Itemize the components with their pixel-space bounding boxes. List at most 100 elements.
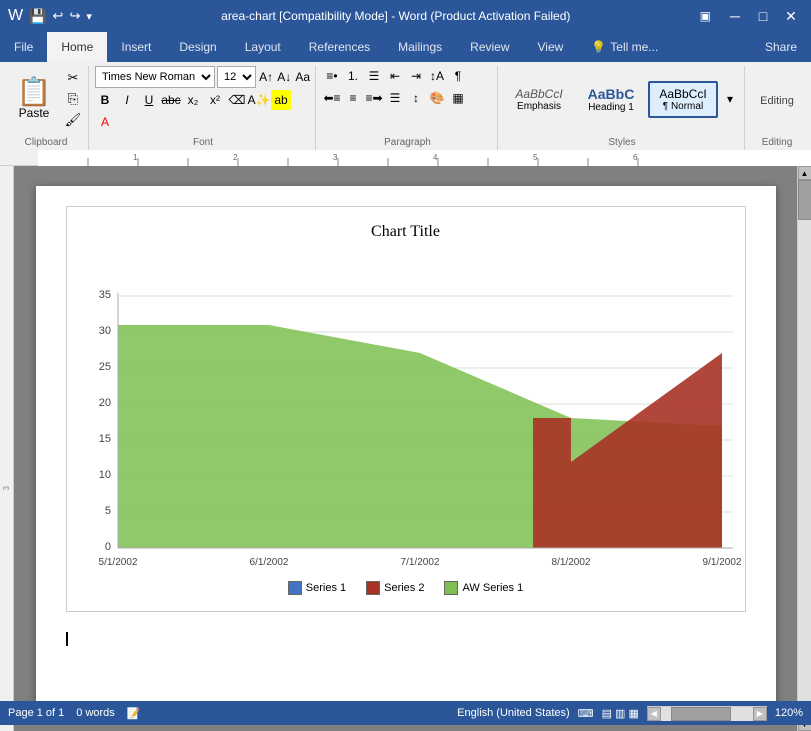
h-scroll-track[interactable] (661, 707, 753, 721)
change-case-button[interactable]: Aa (294, 67, 311, 87)
tab-design[interactable]: Design (165, 32, 230, 62)
styles-section: AaBbCcI Emphasis AaBbC Heading 1 AaBbCcI… (500, 66, 745, 150)
legend-series1-label: Series 1 (306, 582, 346, 594)
scroll-thumb[interactable] (798, 180, 811, 220)
sort-button[interactable]: ↕A (427, 66, 447, 86)
align-right-button[interactable]: ≡➡ (364, 88, 384, 108)
word-icon: W (8, 7, 23, 25)
paste-label: Paste (19, 106, 50, 120)
format-painter-button[interactable]: 🖌 (62, 110, 84, 130)
decrease-indent-button[interactable]: ⇤ (385, 66, 405, 86)
align-left-button[interactable]: ⬅≡ (322, 88, 342, 108)
tab-review[interactable]: Review (456, 32, 523, 62)
line-spacing-button[interactable]: ↕ (406, 88, 426, 108)
tab-file[interactable]: File (0, 32, 47, 62)
font-size-select[interactable]: 12 (217, 66, 256, 88)
strikethrough-button[interactable]: abc (161, 90, 181, 110)
scroll-up-button[interactable]: ▲ (798, 166, 811, 180)
minimize-button[interactable]: ─ (723, 4, 747, 28)
numbered-list-button[interactable]: 1. (343, 66, 363, 86)
chart-svg: 0 5 10 15 20 25 30 35 (83, 253, 743, 573)
text-effect-button[interactable]: A✨ (249, 90, 269, 110)
svg-text:2: 2 (233, 153, 238, 162)
legend-aw-series1: AW Series 1 (444, 581, 523, 595)
styles-more-button[interactable]: ▾ (720, 89, 740, 109)
scroll-right-button[interactable]: ▶ (753, 707, 767, 721)
font-color-button[interactable]: A (95, 112, 115, 132)
chart-title: Chart Title (83, 223, 729, 241)
svg-text:1: 1 (133, 153, 138, 162)
clear-format-button[interactable]: ⌫ (227, 90, 247, 110)
document-title: area-chart [Compatibility Mode] - Word (… (92, 9, 700, 23)
cut-button[interactable]: ✂ (62, 68, 84, 88)
svg-text:15: 15 (98, 433, 110, 445)
bold-button[interactable]: B (95, 90, 115, 110)
window-icon: ▣ (700, 9, 711, 23)
tab-home[interactable]: Home (47, 32, 107, 62)
chart-area: 0 5 10 15 20 25 30 35 (83, 253, 729, 573)
share-button[interactable]: Share (751, 32, 811, 62)
subscript-button[interactable]: x₂ (183, 90, 203, 110)
style-heading1[interactable]: AaBbC Heading 1 (576, 81, 646, 118)
tab-references[interactable]: References (295, 32, 384, 62)
tab-tell-me[interactable]: 💡 Tell me... (577, 32, 672, 62)
editing-section: Editing Editing (747, 66, 807, 150)
font-label: Font (91, 137, 315, 148)
border-button[interactable]: ▦ (448, 88, 468, 108)
horizontal-scrollbar[interactable]: ◀ ▶ (647, 706, 767, 720)
bullet-list-button[interactable]: ≡• (322, 66, 342, 86)
underline-button[interactable]: U (139, 90, 159, 110)
svg-text:5: 5 (104, 505, 110, 517)
legend-aw-series1-label: AW Series 1 (462, 582, 523, 594)
tab-insert[interactable]: Insert (107, 32, 165, 62)
style-emphasis[interactable]: AaBbCcI Emphasis (504, 82, 574, 117)
legend-series2-box (366, 581, 380, 595)
superscript-button[interactable]: x² (205, 90, 225, 110)
font-shrink-button[interactable]: A↓ (276, 67, 292, 87)
styles-label: Styles (500, 137, 744, 148)
doc-scroll-area[interactable]: Chart Title 0 5 10 15 20 25 30 35 (14, 166, 797, 731)
ribbon-tabs: File Home Insert Design Layout Reference… (0, 32, 811, 62)
editing-state-label: Editing (760, 91, 794, 107)
page-info: Page 1 of 1 (8, 707, 64, 719)
styles-gallery: AaBbCcI Emphasis AaBbC Heading 1 AaBbCcI… (504, 66, 740, 132)
para-row1: ≡• 1. ☰ ⇤ ⇥ ↕A ¶ (322, 66, 493, 86)
justify-button[interactable]: ☰ (385, 88, 405, 108)
scroll-left-button[interactable]: ◀ (647, 707, 661, 721)
font-grow-button[interactable]: A↑ (258, 67, 274, 87)
svg-text:8/1/2002: 8/1/2002 (551, 557, 590, 568)
align-center-button[interactable]: ≡ (343, 88, 363, 108)
copy-button[interactable]: ⎘ (62, 89, 84, 109)
svg-text:20: 20 (98, 397, 110, 409)
vertical-scrollbar[interactable]: ▲ ▼ (797, 166, 811, 731)
chart-legend: Series 1 Series 2 AW Series 1 (83, 581, 729, 595)
paste-button[interactable]: 📋 Paste (8, 66, 60, 132)
font-family-select[interactable]: Times New Roman (95, 66, 215, 88)
redo-icon[interactable]: ↪ (69, 8, 80, 24)
show-formatting-button[interactable]: ¶ (448, 66, 468, 86)
shading-button[interactable]: 🎨 (427, 88, 447, 108)
keyboard-icon: ⌨ (578, 707, 594, 720)
svg-text:10: 10 (98, 469, 110, 481)
italic-button[interactable]: I (117, 90, 137, 110)
font-row2: B I U abc x₂ x² ⌫ A✨ ab A (95, 90, 311, 132)
maximize-button[interactable]: □ (751, 4, 775, 28)
tab-view[interactable]: View (524, 32, 578, 62)
status-bar: Page 1 of 1 0 words 📝 English (United St… (0, 701, 811, 725)
close-button[interactable]: ✕ (779, 4, 803, 28)
main-area: 3 Chart Title 0 5 10 15 20 25 30 (0, 166, 811, 731)
h-scroll-thumb[interactable] (671, 707, 731, 721)
multilevel-list-button[interactable]: ☰ (364, 66, 384, 86)
tab-layout[interactable]: Layout (231, 32, 295, 62)
legend-aw-series1-box (444, 581, 458, 595)
text-cursor (66, 632, 68, 646)
document-page: Chart Title 0 5 10 15 20 25 30 35 (36, 186, 776, 711)
tab-mailings[interactable]: Mailings (384, 32, 456, 62)
svg-text:4: 4 (433, 153, 438, 162)
style-normal[interactable]: AaBbCcI ¶ Normal (648, 81, 718, 118)
undo-icon[interactable]: ↩ (53, 8, 64, 24)
highlight-button[interactable]: ab (271, 90, 291, 110)
save-icon[interactable]: 💾 (29, 8, 46, 25)
scroll-track[interactable] (798, 180, 811, 717)
increase-indent-button[interactable]: ⇥ (406, 66, 426, 86)
